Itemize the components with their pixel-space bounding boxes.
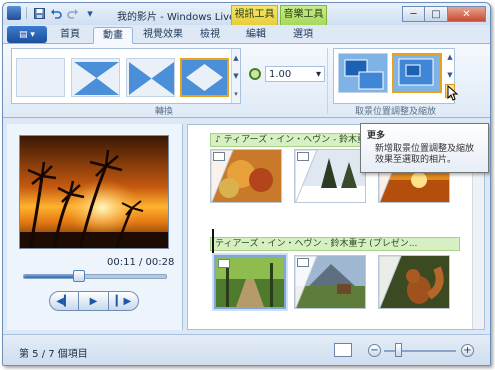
seek-bar[interactable] [23,270,167,282]
quick-access-toolbar: ▾ [7,6,97,20]
tab-visual-effects[interactable]: 視覺效果 [137,27,189,44]
group-separator [327,48,328,114]
pan-zoom-gallery-scroll[interactable]: ▲ ▼ [445,48,455,84]
play-icon[interactable]: ▶ [79,291,109,311]
music-track-1-label: ティアーズ・イン・ヘヴン - 鈴木重 [223,135,367,145]
clip-forest-road[interactable] [214,255,286,309]
window-title: 我的影片 - Windows Live Mo... [117,12,232,23]
clip-mountain-house[interactable] [294,255,366,309]
close-button[interactable]: ✕ [448,6,486,22]
seek-bar-progress [24,275,80,278]
transition-diamond[interactable] [180,58,229,97]
music-track-1[interactable]: ♪ ティアーズ・イン・ヘヴン - 鈴木重 [210,133,380,147]
transitions-gallery: ▲ ▼ ▾ [11,48,241,104]
music-track-2[interactable]: ティアーズ・イン・ヘヴン - 鈴木重子 (プレゼン... [210,237,460,251]
context-tab-video-tools[interactable]: 視訊工具 [231,5,278,25]
zoom-out-button[interactable]: − [368,344,381,357]
scroll-up-icon[interactable]: ▲ [232,49,240,67]
maximize-button[interactable]: □ [425,6,448,22]
thumbnail-size-icon[interactable] [334,343,352,357]
tooltip-body: 新增取景位置調整及縮放效果至選取的相片。 [375,144,475,165]
zoom-in-button[interactable]: + [461,344,474,357]
duration-control: 1.00 ▾ [249,66,325,82]
undo-icon[interactable] [49,6,63,20]
clip-autumn-leaves[interactable] [210,149,282,203]
duration-clock-icon [249,68,261,80]
transition-none[interactable] [16,58,65,97]
tab-home[interactable]: 首頁 [53,27,87,44]
zoom-slider-thumb[interactable] [395,343,403,357]
more-tooltip: 更多 新增取景位置調整及縮放效果至選取的相片。 [360,123,489,173]
pan-zoom-scroll-up-icon[interactable]: ▲ [445,48,455,66]
tab-view[interactable]: 檢視 [193,27,227,44]
mouse-cursor-icon [447,84,459,105]
app-icon[interactable] [7,6,21,20]
tab-options[interactable]: 選項 [286,27,320,44]
gallery-more-icon[interactable]: ▾ [232,85,240,103]
transition-marker-icon [297,152,309,161]
transition-cross-in[interactable] [71,58,120,97]
scroll-down-icon[interactable]: ▼ [232,67,240,85]
ribbon-tabs: ▤ ▾ 首頁 動畫 視覺效果 檢視 編輯 選項 [3,25,490,44]
transition-marker-icon [213,152,225,161]
playback-controls: ◀▎ ▶ ▎▶ [49,291,139,311]
previous-frame-icon[interactable]: ◀▎ [49,291,79,311]
customize-qat-icon[interactable]: ▾ [83,6,97,20]
pan-zoom-option-1[interactable] [338,53,388,93]
app-window: ▾ 我的影片 - Windows Live Mo... 視訊工具 音樂工具 ─ … [2,2,491,366]
transition-marker-icon [218,259,230,268]
playback-time: 00:11 / 00:28 [107,257,175,268]
preview-pane: 00:11 / 00:28 ◀▎ ▶ ▎▶ [7,124,183,330]
next-frame-icon[interactable]: ▎▶ [109,291,139,311]
window-controls: ─ □ ✕ [402,6,486,22]
pan-zoom-scroll-down-icon[interactable]: ▼ [445,66,455,84]
music-note-icon: ♪ [215,135,224,145]
pan-zoom-option-2[interactable] [392,53,442,93]
tab-animations[interactable]: 動畫 [93,27,133,44]
duration-input[interactable]: 1.00 ▾ [265,66,325,82]
context-tab-music-tools[interactable]: 音樂工具 [280,5,327,25]
pan-zoom-gallery [333,48,455,104]
transitions-group-label: 轉換 [155,107,174,117]
status-bar: 第 5 / 7 個項目 − + [3,334,490,365]
minimize-button[interactable]: ─ [402,6,425,22]
qat-separator [26,7,27,19]
ribbon: ▲ ▼ ▾ 1.00 ▾ 轉換 ▲ ▼ ▾ 取景位置調整及 [3,44,490,118]
duration-value: 1.00 [269,68,292,80]
transition-marker-icon [297,258,309,267]
app-menu-button[interactable]: ▤ ▾ [7,26,47,43]
seek-bar-thumb[interactable] [73,270,86,282]
tab-edit[interactable]: 編輯 [239,27,273,44]
transition-cross-out[interactable] [126,58,175,97]
preview-image[interactable] [19,135,169,249]
transitions-gallery-scroll[interactable]: ▲ ▼ ▾ [231,49,240,103]
save-icon[interactable] [32,6,46,20]
tooltip-title: 更多 [367,131,386,141]
item-position-text: 第 5 / 7 個項目 [19,349,88,360]
redo-icon[interactable] [66,6,80,20]
duration-dropdown-icon[interactable]: ▾ [316,69,321,80]
title-bar: ▾ 我的影片 - Windows Live Mo... 視訊工具 音樂工具 ─ … [3,3,490,25]
pan-zoom-group-label: 取景位置調整及縮放 [355,107,437,117]
clip-snowy-trees[interactable] [294,149,366,203]
clip-squirrel[interactable] [378,255,450,309]
